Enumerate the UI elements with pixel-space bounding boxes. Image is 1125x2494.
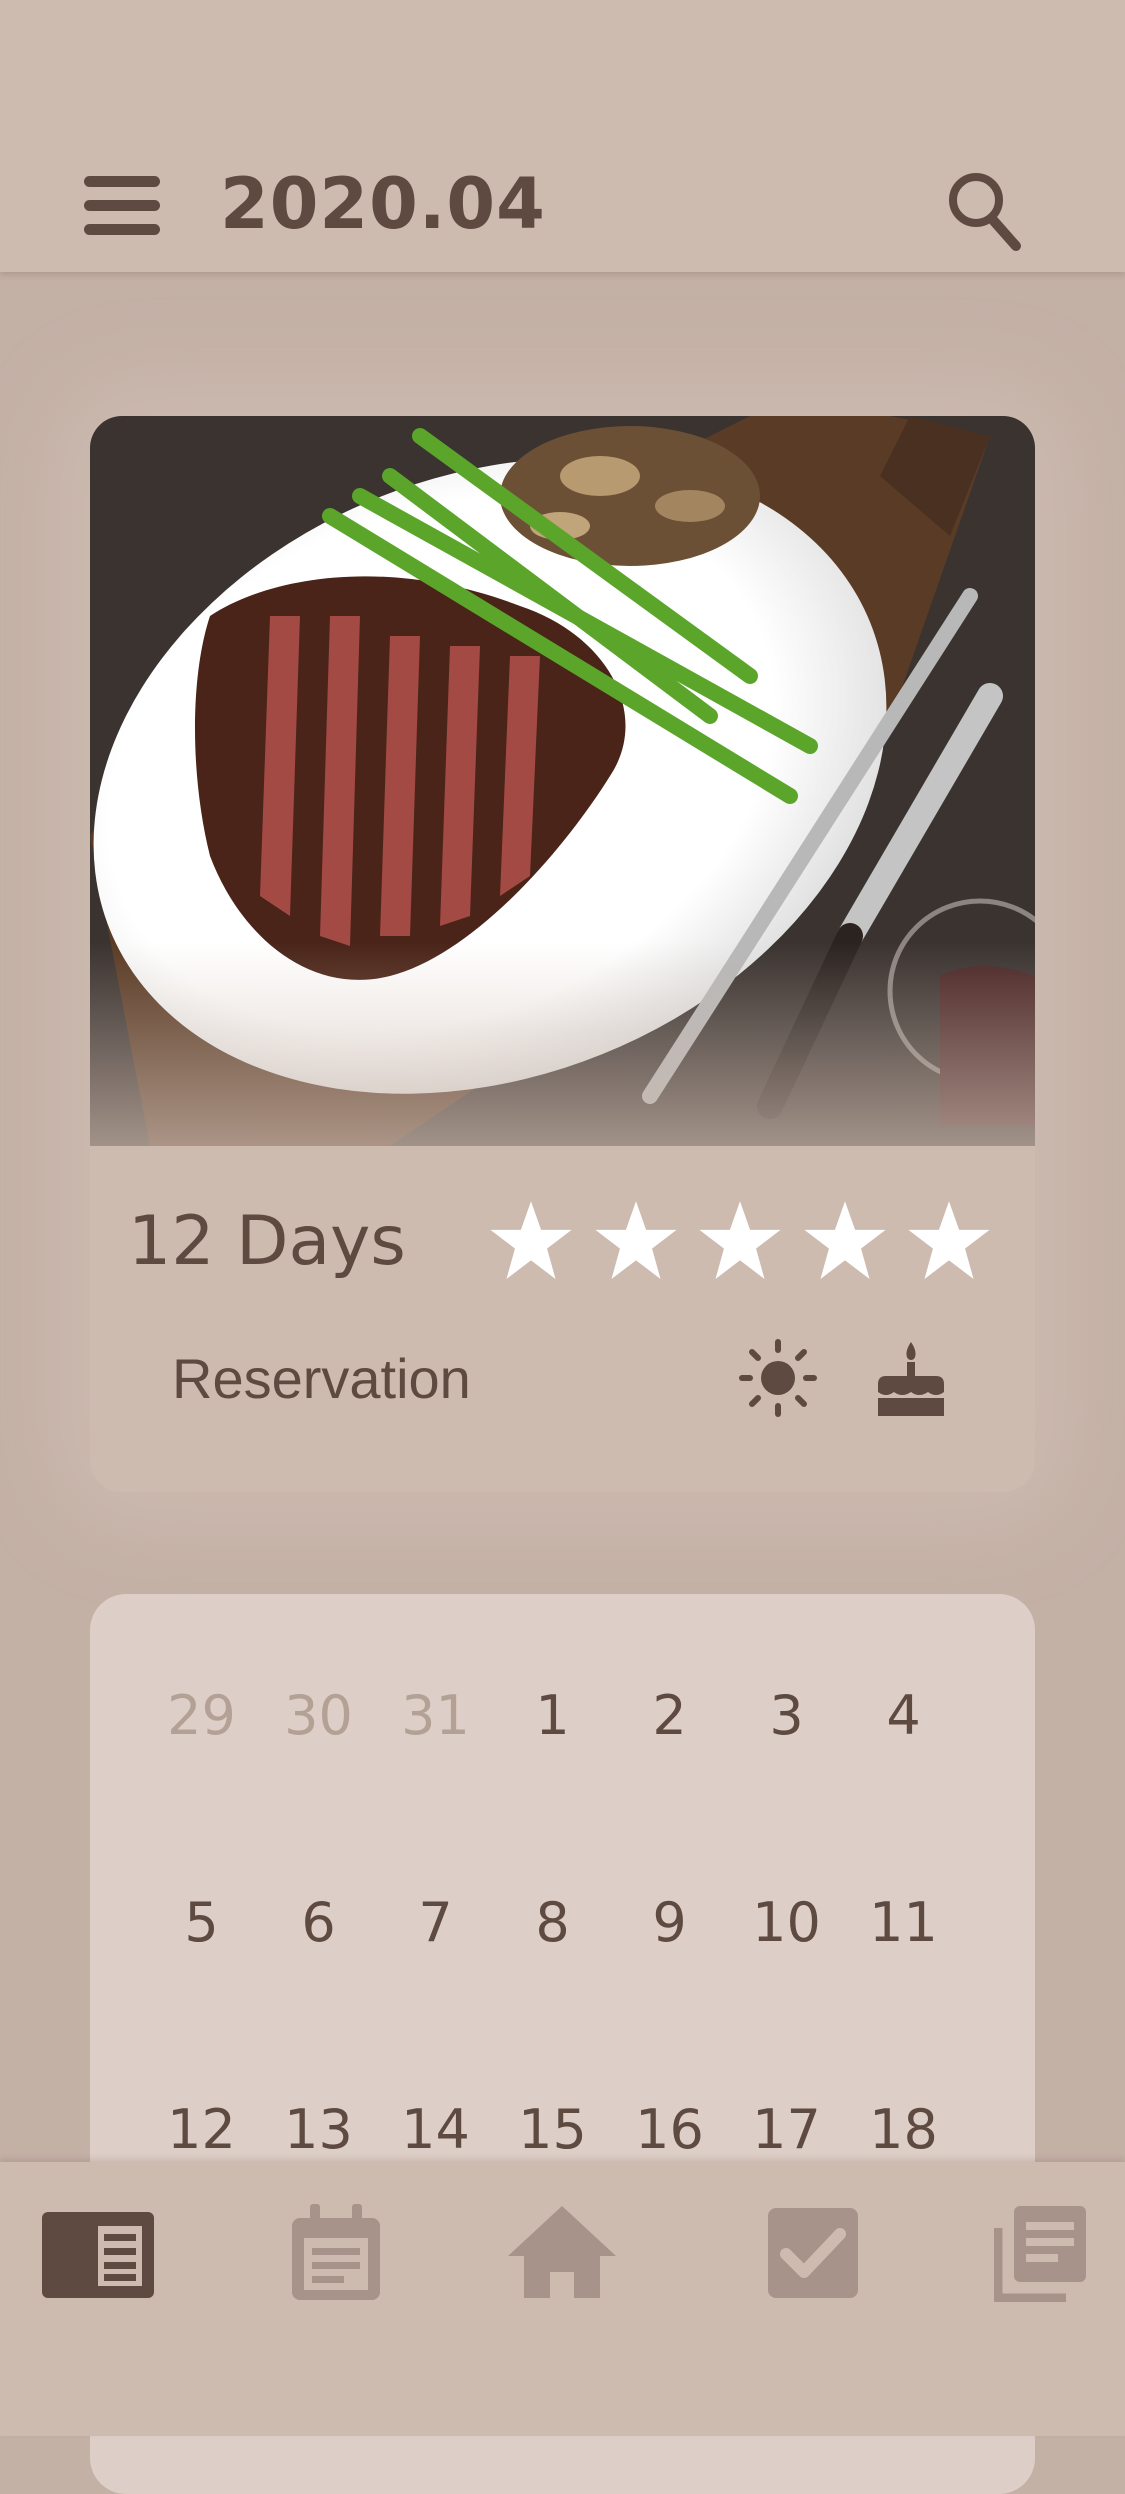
calendar-day[interactable]: 6	[260, 1893, 377, 2100]
top-bar: 2020.04	[0, 0, 1125, 272]
star-icon[interactable]	[803, 1200, 886, 1282]
calendar-day[interactable]: 7	[377, 1893, 494, 2100]
calendar-day[interactable]: 8	[494, 1893, 611, 2100]
featured-dish-card[interactable]: 12 Days Reservation	[90, 416, 1035, 1492]
calendar-day[interactable]: 1	[494, 1686, 611, 1893]
calendar-day[interactable]: 2	[611, 1686, 728, 1893]
calendar-day[interactable]: 31	[377, 1686, 494, 1893]
calendar-day[interactable]: 3	[728, 1686, 845, 1893]
calendar-day[interactable]: 5	[143, 1893, 260, 2100]
hamburger-menu-icon[interactable]	[84, 172, 160, 242]
star-icon[interactable]	[490, 1200, 572, 1282]
calendar-week-row: 5 6 7 8 9 10 11	[143, 1893, 963, 2100]
calendar-icon[interactable]	[290, 2202, 382, 2302]
search-icon[interactable]	[944, 168, 1024, 252]
star-icon[interactable]	[699, 1200, 781, 1282]
home-icon[interactable]	[506, 2202, 618, 2302]
calendar-day[interactable]: 4	[845, 1686, 962, 1893]
calendar-day[interactable]: 9	[611, 1893, 728, 2100]
cake-icon	[878, 1342, 944, 1416]
star-icon[interactable]	[594, 1200, 677, 1282]
journal-icon[interactable]	[40, 2202, 156, 2302]
star-rating[interactable]	[490, 1200, 990, 1282]
days-counter: 12 Days	[128, 1202, 406, 1281]
library-icon[interactable]	[994, 2202, 1088, 2302]
calendar-day[interactable]: 30	[260, 1686, 377, 1893]
checkbox-icon[interactable]	[766, 2202, 860, 2302]
dish-photo	[90, 416, 1035, 1146]
calendar-week-row: 29 30 31 1 2 3 4	[143, 1686, 963, 1893]
star-icon[interactable]	[908, 1200, 990, 1282]
bottom-tab-bar	[0, 2162, 1125, 2436]
calendar-day[interactable]: 29	[143, 1686, 260, 1893]
reservation-label: Reservation	[172, 1347, 471, 1410]
page-title: 2020.04	[220, 163, 546, 245]
sun-icon	[739, 1339, 817, 1417]
calendar-day[interactable]: 10	[728, 1893, 845, 2100]
calendar-day[interactable]: 11	[845, 1893, 962, 2100]
